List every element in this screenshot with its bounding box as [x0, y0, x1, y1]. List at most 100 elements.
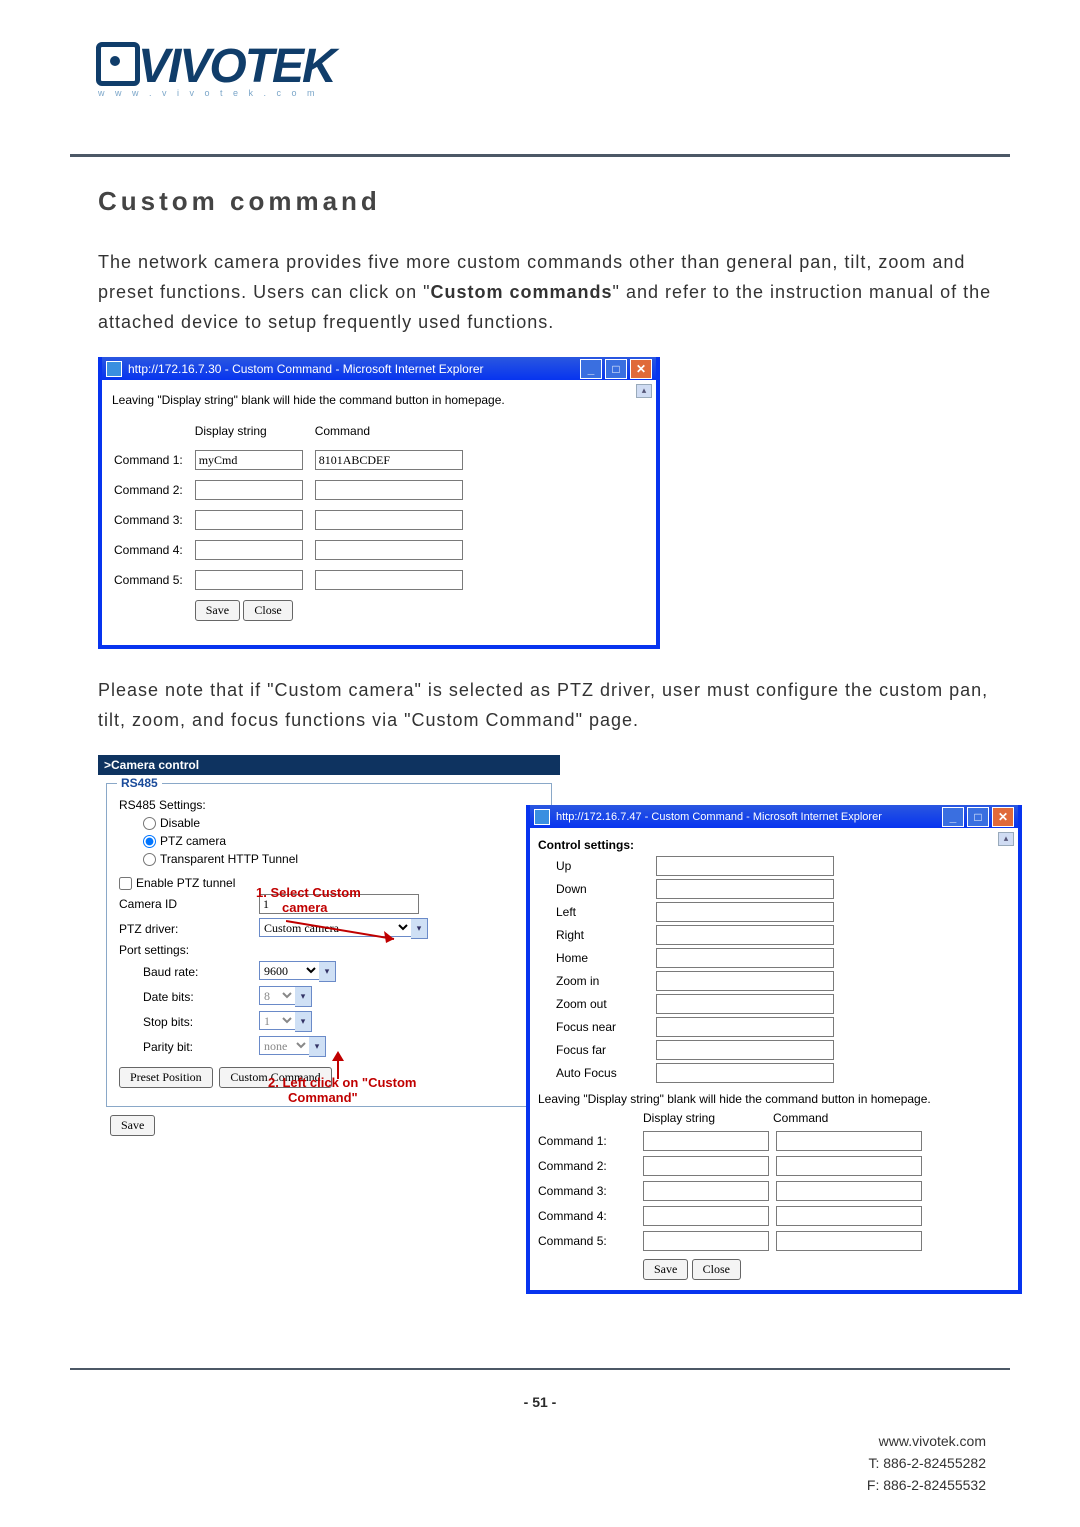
command-1[interactable] — [776, 1131, 922, 1151]
save-button[interactable]: Save — [195, 600, 240, 621]
close-button[interactable]: Close — [243, 600, 292, 621]
hint-text: Leaving "Display string" blank will hide… — [538, 1091, 1010, 1107]
maximize-button[interactable]: □ — [605, 359, 627, 379]
table-row: Command 3: — [538, 1181, 1010, 1201]
camera-id-label: Camera ID — [119, 897, 259, 911]
ctrl-down-input[interactable] — [656, 879, 834, 899]
col-command: Command — [773, 1111, 953, 1125]
display-string-5[interactable] — [195, 570, 303, 590]
ctrl-zoom-in-label: Zoom in — [538, 974, 656, 988]
header-rule — [70, 154, 1010, 157]
save-button[interactable]: Save — [643, 1259, 688, 1280]
chevron-down-icon[interactable]: ▾ — [411, 918, 428, 939]
ie-titlebar[interactable]: http://172.16.7.47 - Custom Command - Mi… — [530, 805, 1018, 828]
display-string-2[interactable] — [195, 480, 303, 500]
minimize-button[interactable]: _ — [580, 359, 602, 379]
command-1[interactable] — [315, 450, 463, 470]
table-row: Command 5: — [114, 566, 473, 594]
scroll-up-icon[interactable]: ▴ — [998, 832, 1014, 846]
command-5[interactable] — [776, 1231, 922, 1251]
chevron-down-icon[interactable]: ▾ — [295, 986, 312, 1007]
minimize-button[interactable]: _ — [942, 807, 964, 827]
maximize-button[interactable]: □ — [967, 807, 989, 827]
ctrl-left-input[interactable] — [656, 902, 834, 922]
ctrl-right-input[interactable] — [656, 925, 834, 945]
table-row: Command 3: — [114, 506, 473, 534]
ie-app-icon — [534, 809, 550, 825]
display-string-2[interactable] — [643, 1156, 769, 1176]
table-row: Command 2: — [114, 476, 473, 504]
command-4[interactable] — [776, 1206, 922, 1226]
table-row: Command 2: — [538, 1156, 1010, 1176]
command-5[interactable] — [315, 570, 463, 590]
close-button[interactable]: ✕ — [992, 807, 1014, 827]
command-3[interactable] — [776, 1181, 922, 1201]
rs485-settings-label: RS485 Settings: — [119, 798, 206, 812]
close-button[interactable]: ✕ — [630, 359, 652, 379]
display-string-5[interactable] — [643, 1231, 769, 1251]
footer-contact: www.vivotek.com T: 886-2-82455282 F: 886… — [867, 1430, 986, 1496]
page-title: Custom command — [98, 186, 998, 217]
ctrl-focus-far-input[interactable] — [656, 1040, 834, 1060]
parity-bit-select[interactable]: none — [259, 1036, 309, 1055]
chevron-down-icon[interactable]: ▾ — [309, 1036, 326, 1057]
command-table: Display string Command Command 1: Comman… — [112, 422, 475, 627]
ctrl-down-label: Down — [538, 882, 656, 896]
fieldset-legend: RS485 — [117, 776, 162, 790]
vivotek-logo: VIVOTEK w w w . v i v o t e k . c o m — [98, 38, 335, 98]
ie-title: http://172.16.7.30 - Custom Command - Mi… — [128, 362, 484, 376]
display-string-4[interactable] — [643, 1206, 769, 1226]
ctrl-home-label: Home — [538, 951, 656, 965]
control-settings-header: Control settings: — [538, 838, 1010, 852]
display-string-4[interactable] — [195, 540, 303, 560]
page-number: - 51 - — [0, 1394, 1080, 1410]
ie-titlebar[interactable]: http://172.16.7.30 - Custom Command - Mi… — [102, 357, 656, 380]
baud-rate-label: Baud rate: — [143, 965, 259, 979]
parity-bit-label: Parity bit: — [143, 1040, 259, 1054]
radio-ptz-camera[interactable] — [143, 835, 156, 848]
radio-transparent-http[interactable] — [143, 853, 156, 866]
footer-tel: T: 886-2-82455282 — [867, 1452, 986, 1474]
note-paragraph: Please note that if "Custom camera" is s… — [98, 675, 998, 735]
intro-paragraph: The network camera provides five more cu… — [98, 247, 998, 337]
ctrl-zoom-in-input[interactable] — [656, 971, 834, 991]
chevron-down-icon[interactable]: ▾ — [295, 1011, 312, 1032]
chevron-down-icon[interactable]: ▾ — [319, 961, 336, 982]
stop-bits-select[interactable]: 1 — [259, 1011, 295, 1030]
radio-disable[interactable] — [143, 817, 156, 830]
table-row: Command 4: — [538, 1206, 1010, 1226]
ctrl-zoom-out-input[interactable] — [656, 994, 834, 1014]
scroll-up-icon[interactable]: ▴ — [636, 384, 652, 398]
preset-position-button[interactable]: Preset Position — [119, 1067, 213, 1088]
ctrl-home-input[interactable] — [656, 948, 834, 968]
footer-rule — [70, 1368, 1010, 1370]
display-string-1[interactable] — [195, 450, 303, 470]
ptz-driver-select[interactable]: Custom camera — [259, 918, 411, 937]
ctrl-up-label: Up — [538, 859, 656, 873]
annotation-1: 1. Select Custom camera — [256, 885, 361, 915]
data-bits-select[interactable]: 8 — [259, 986, 295, 1005]
command-2[interactable] — [315, 480, 463, 500]
command-3[interactable] — [315, 510, 463, 530]
ctrl-up-input[interactable] — [656, 856, 834, 876]
logo-subtext: w w w . v i v o t e k . c o m — [98, 88, 335, 98]
col-display-string: Display string — [195, 424, 313, 444]
display-string-3[interactable] — [195, 510, 303, 530]
close-button[interactable]: Close — [692, 1259, 741, 1280]
footer-fax: F: 886-2-82455532 — [867, 1474, 986, 1496]
baud-rate-select[interactable]: 9600 — [259, 961, 319, 980]
display-string-1[interactable] — [643, 1131, 769, 1151]
ctrl-auto-focus-input[interactable] — [656, 1063, 834, 1083]
logo-text: VIVOTEK — [98, 38, 335, 94]
save-button[interactable]: Save — [110, 1115, 155, 1136]
display-string-3[interactable] — [643, 1181, 769, 1201]
command-2[interactable] — [776, 1156, 922, 1176]
command-4[interactable] — [315, 540, 463, 560]
col-command: Command — [315, 424, 473, 444]
checkbox-enable-ptz-tunnel[interactable] — [119, 877, 132, 890]
ie-app-icon — [106, 361, 122, 377]
ctrl-focus-far-label: Focus far — [538, 1043, 656, 1057]
ctrl-focus-near-input[interactable] — [656, 1017, 834, 1037]
ctrl-focus-near-label: Focus near — [538, 1020, 656, 1034]
footer-url: www.vivotek.com — [867, 1430, 986, 1452]
